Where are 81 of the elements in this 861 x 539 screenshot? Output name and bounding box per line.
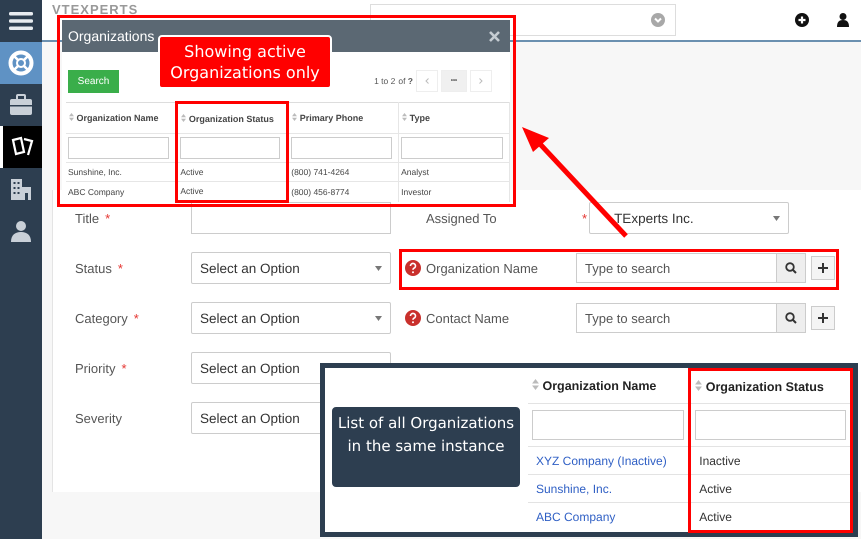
search-button[interactable] <box>777 303 806 333</box>
plus-icon <box>818 263 828 273</box>
required-mark: * <box>105 210 110 226</box>
field-label: Organization Name <box>426 260 539 276</box>
table-cell: ABC Company <box>66 182 177 202</box>
caret-icon <box>773 216 780 220</box>
plus-icon <box>818 313 828 323</box>
column-header[interactable]: Organization Name <box>66 102 177 134</box>
chevron-left-icon <box>425 78 429 84</box>
field-label: Contact Name <box>426 310 510 326</box>
column-header[interactable]: Organization Status <box>176 102 288 134</box>
pagination-text: of ? <box>398 76 413 86</box>
sort-icon <box>292 113 298 121</box>
sort-icon <box>695 380 702 391</box>
column-header[interactable]: Primary Phone <box>288 102 399 134</box>
sort-icon <box>532 379 539 390</box>
callout: List of all Organizations in the same instance <box>330 405 522 489</box>
field-label: Title <box>75 210 100 226</box>
add-icon[interactable] <box>795 13 809 27</box>
person-icon <box>10 220 32 242</box>
logo: VTEXPERTS <box>52 2 138 17</box>
organization-link[interactable]: Sunshine, Inc. <box>528 474 690 502</box>
menu-icon <box>9 11 33 31</box>
sort-icon <box>402 113 408 121</box>
chevron-down-icon <box>651 13 666 27</box>
organization-link[interactable]: ABC Company <box>528 502 690 532</box>
add-button[interactable] <box>811 306 835 330</box>
search-icon <box>785 262 797 274</box>
required-mark: * <box>118 260 123 276</box>
search-field[interactable]: Type to search <box>576 303 777 333</box>
search-icon <box>785 312 797 324</box>
table-cell: (800) 741-4264 <box>288 162 399 182</box>
filter-field[interactable] <box>401 137 503 159</box>
pagination-text: 1 to 2 <box>374 76 396 86</box>
filter-field[interactable] <box>180 137 280 159</box>
close-icon[interactable] <box>489 30 500 42</box>
select-field[interactable]: Select an Option <box>191 252 391 284</box>
column-header[interactable]: Organization Name <box>528 370 690 404</box>
required-mark: * <box>582 210 588 226</box>
table-cell: Active <box>176 162 288 182</box>
table-cell: Inactive <box>690 446 852 474</box>
required-mark: * <box>134 310 139 326</box>
column-header[interactable]: Organization Status <box>690 370 852 404</box>
callout: Showing active Organizations only <box>158 35 332 89</box>
help-icon[interactable] <box>405 310 421 326</box>
table-cell: Active <box>176 182 288 202</box>
filter-field[interactable] <box>291 137 392 159</box>
filter-field[interactable] <box>695 410 846 440</box>
filter-field[interactable] <box>68 137 170 159</box>
user-icon[interactable] <box>837 13 849 27</box>
search-field[interactable]: Type to search <box>576 253 777 283</box>
select-field[interactable]: Select an Option <box>191 302 391 334</box>
table-cell: (800) 456-8774 <box>288 182 399 202</box>
field-label: Severity <box>75 410 122 426</box>
table-cell: Investor <box>398 182 510 202</box>
table-cell: Active <box>690 474 852 502</box>
sidebar-item[interactable] <box>0 126 42 168</box>
add-button[interactable] <box>811 256 835 280</box>
sort-icon <box>69 113 74 121</box>
table-cell: Active <box>690 502 852 532</box>
caret-icon <box>375 316 382 320</box>
field-label: Assigned To <box>426 210 498 226</box>
organization-link[interactable]: XYZ Company (Inactive) <box>528 446 690 474</box>
column-header[interactable]: Type <box>398 102 510 134</box>
chevron-right-icon <box>479 78 483 84</box>
required-mark: * <box>121 360 127 376</box>
table-cell: Analyst <box>398 162 510 182</box>
briefcase-icon <box>9 94 33 116</box>
help-icon[interactable] <box>405 260 421 276</box>
field-label: Status <box>75 260 112 276</box>
building-icon <box>9 177 33 201</box>
select-field[interactable]: TExperts Inc. <box>589 202 790 234</box>
lifebuoy-icon <box>8 50 34 76</box>
field-label: Category <box>75 310 128 326</box>
search-button[interactable] <box>777 253 806 283</box>
filter-field[interactable] <box>532 410 684 440</box>
table-cell: Sunshine, Inc. <box>66 162 177 182</box>
popup-title: Organizations <box>68 28 154 44</box>
caret-icon <box>375 266 382 270</box>
sort-icon <box>181 114 186 122</box>
field-label: Priority <box>75 360 116 376</box>
